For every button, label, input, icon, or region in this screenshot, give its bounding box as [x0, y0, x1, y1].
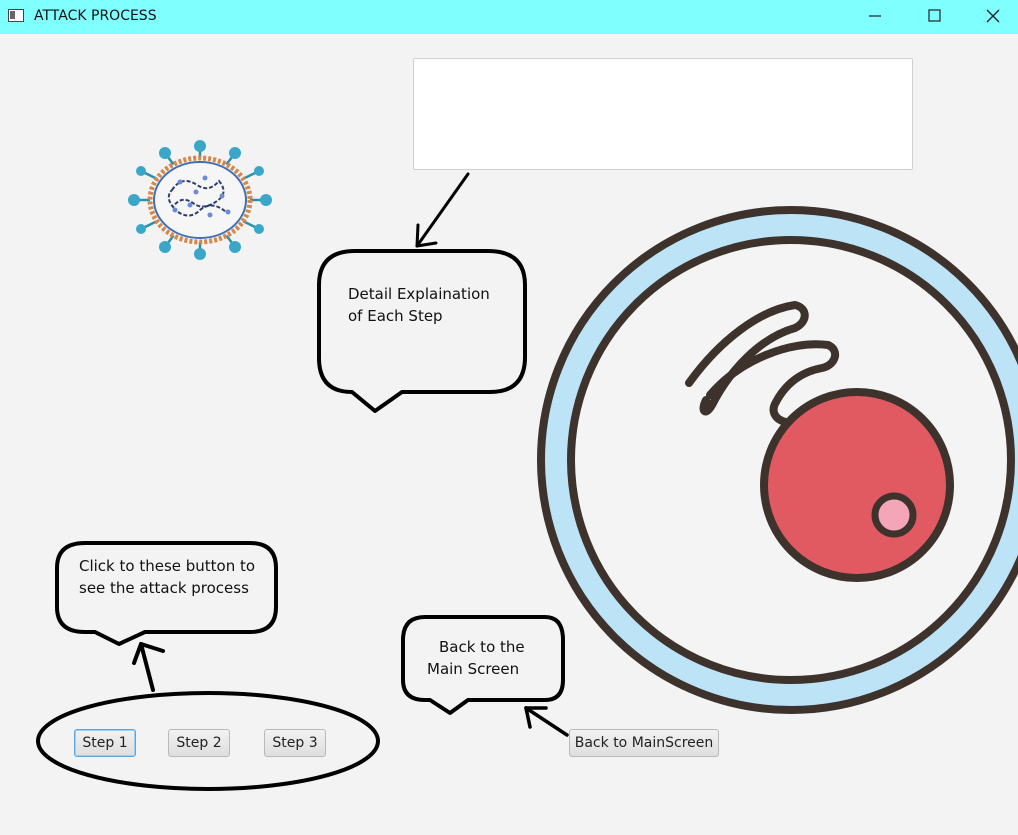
buttons-arrow — [132, 642, 165, 692]
detail-textarea[interactable] — [413, 58, 913, 170]
back-to-mainscreen-button[interactable]: Back to MainScreen — [569, 729, 719, 757]
detail-callout-line2: of Each Step — [348, 307, 443, 325]
detail-arrow — [415, 172, 470, 248]
back-arrow — [524, 706, 569, 737]
buttons-callout-line2: see the attack process — [79, 579, 249, 597]
step-2-button[interactable]: Step 2 — [168, 729, 230, 757]
back-callout-line2: Main Screen — [427, 660, 520, 678]
detail-callout-text: Detail Explaination of Each Step — [348, 283, 490, 327]
step-1-button[interactable]: Step 1 — [74, 729, 136, 757]
detail-callout-line1: Detail Explaination — [348, 285, 490, 303]
back-callout-line1: Back to the — [439, 638, 525, 656]
buttons-callout-line1: Click to these button to — [79, 557, 256, 575]
detail-callout-bubble — [317, 249, 527, 413]
buttons-callout-text: Click to these button to see the attack … — [79, 555, 255, 599]
back-callout-text: Back to the Main Screen — [427, 636, 525, 680]
virus-icon — [128, 140, 272, 260]
step-3-button[interactable]: Step 3 — [264, 729, 326, 757]
cell-icon — [537, 206, 1018, 714]
